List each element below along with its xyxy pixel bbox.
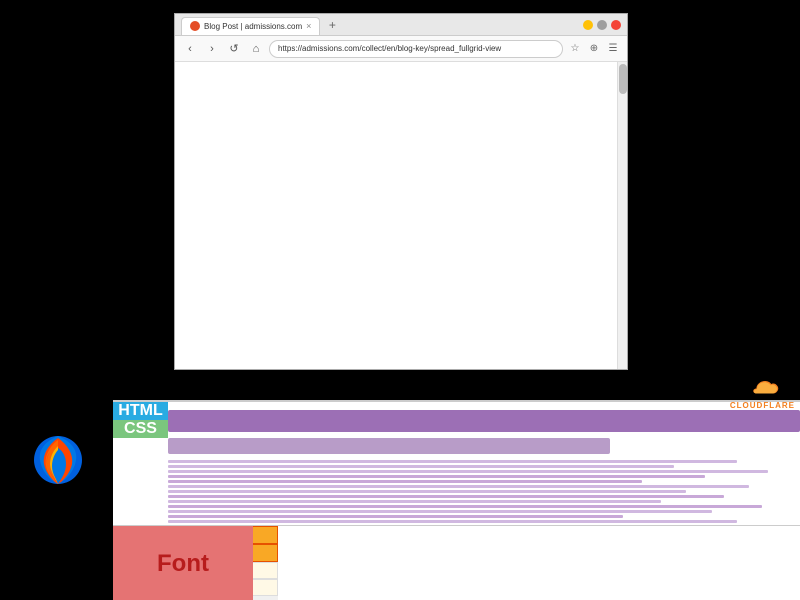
window-controls: [583, 20, 621, 30]
cloudflare-cloud-icon: [737, 376, 787, 401]
bottom-empty: [278, 526, 800, 600]
restore-button[interactable]: [597, 20, 607, 30]
minimize-button[interactable]: [583, 20, 593, 30]
html-bar-main: [168, 410, 800, 432]
html-thin-9: [168, 500, 661, 503]
close-button[interactable]: [611, 20, 621, 30]
html-thin-1: [168, 460, 737, 463]
browser-window: Blog Post | admissions.com × + ‹ › ↺ ⌂ h…: [174, 13, 628, 370]
html-bars: [168, 402, 800, 525]
tab-label: Blog Post | admissions.com: [204, 22, 302, 31]
home-button[interactable]: ⌂: [247, 40, 265, 58]
forward-button[interactable]: ›: [203, 40, 221, 58]
firefox-logo: [28, 430, 88, 490]
browser-titlebar: Blog Post | admissions.com × +: [175, 14, 627, 36]
new-tab-button[interactable]: +: [324, 17, 340, 33]
html-thin-12: [168, 515, 623, 518]
back-button[interactable]: ‹: [181, 40, 199, 58]
cloudflare-text: CLOUDFLARE: [730, 401, 795, 410]
html-thin-5: [168, 480, 642, 483]
waterfall-container: HTML CSS: [113, 400, 800, 600]
browser-tab[interactable]: Blog Post | admissions.com ×: [181, 17, 320, 35]
html-thin-8: [168, 495, 724, 498]
resource-labels: HTML CSS: [113, 402, 168, 525]
html-label: HTML: [118, 402, 162, 420]
html-label-area: HTML: [113, 402, 168, 420]
html-thin-4: [168, 475, 705, 478]
tab-favicon-icon: [190, 21, 200, 31]
address-bar[interactable]: https://admissions.com/collect/en/blog-k…: [269, 40, 563, 58]
reload-button[interactable]: ↺: [225, 40, 243, 58]
browser-scrollbar[interactable]: [617, 62, 627, 369]
waterfall-right: [168, 402, 800, 525]
toolbar-icons: ☆ ⊕ ☰: [567, 41, 621, 57]
browser-content: [175, 62, 617, 369]
html-thin-3: [168, 470, 768, 473]
cloudflare-logo: CLOUDFLARE: [730, 376, 795, 410]
address-text: https://admissions.com/collect/en/blog-k…: [278, 44, 501, 53]
html-bar-2: [168, 438, 610, 454]
scrollbar-thumb[interactable]: [619, 64, 627, 94]
html-thin-11: [168, 510, 712, 513]
html-thin-2: [168, 465, 674, 468]
css-label: CSS: [124, 420, 157, 438]
browser-toolbar: ‹ › ↺ ⌂ https://admissions.com/collect/e…: [175, 36, 627, 62]
bottom-resources: Blocking Script Blocking Script Async Sc…: [113, 525, 800, 600]
bookmark-icon[interactable]: ☆: [567, 41, 583, 57]
waterfall-inner: HTML CSS: [113, 402, 800, 525]
font-block: Font: [113, 526, 253, 600]
html-thin-7: [168, 490, 686, 493]
html-thin-6: [168, 485, 749, 488]
menu-icon[interactable]: ☰: [605, 41, 621, 57]
html-thin-13: [168, 520, 737, 523]
tab-close-button[interactable]: ×: [306, 21, 311, 31]
css-label-area: CSS: [113, 420, 168, 438]
font-label: Font: [157, 550, 209, 578]
html-thin-10: [168, 505, 762, 508]
extensions-icon[interactable]: ⊕: [586, 41, 602, 57]
